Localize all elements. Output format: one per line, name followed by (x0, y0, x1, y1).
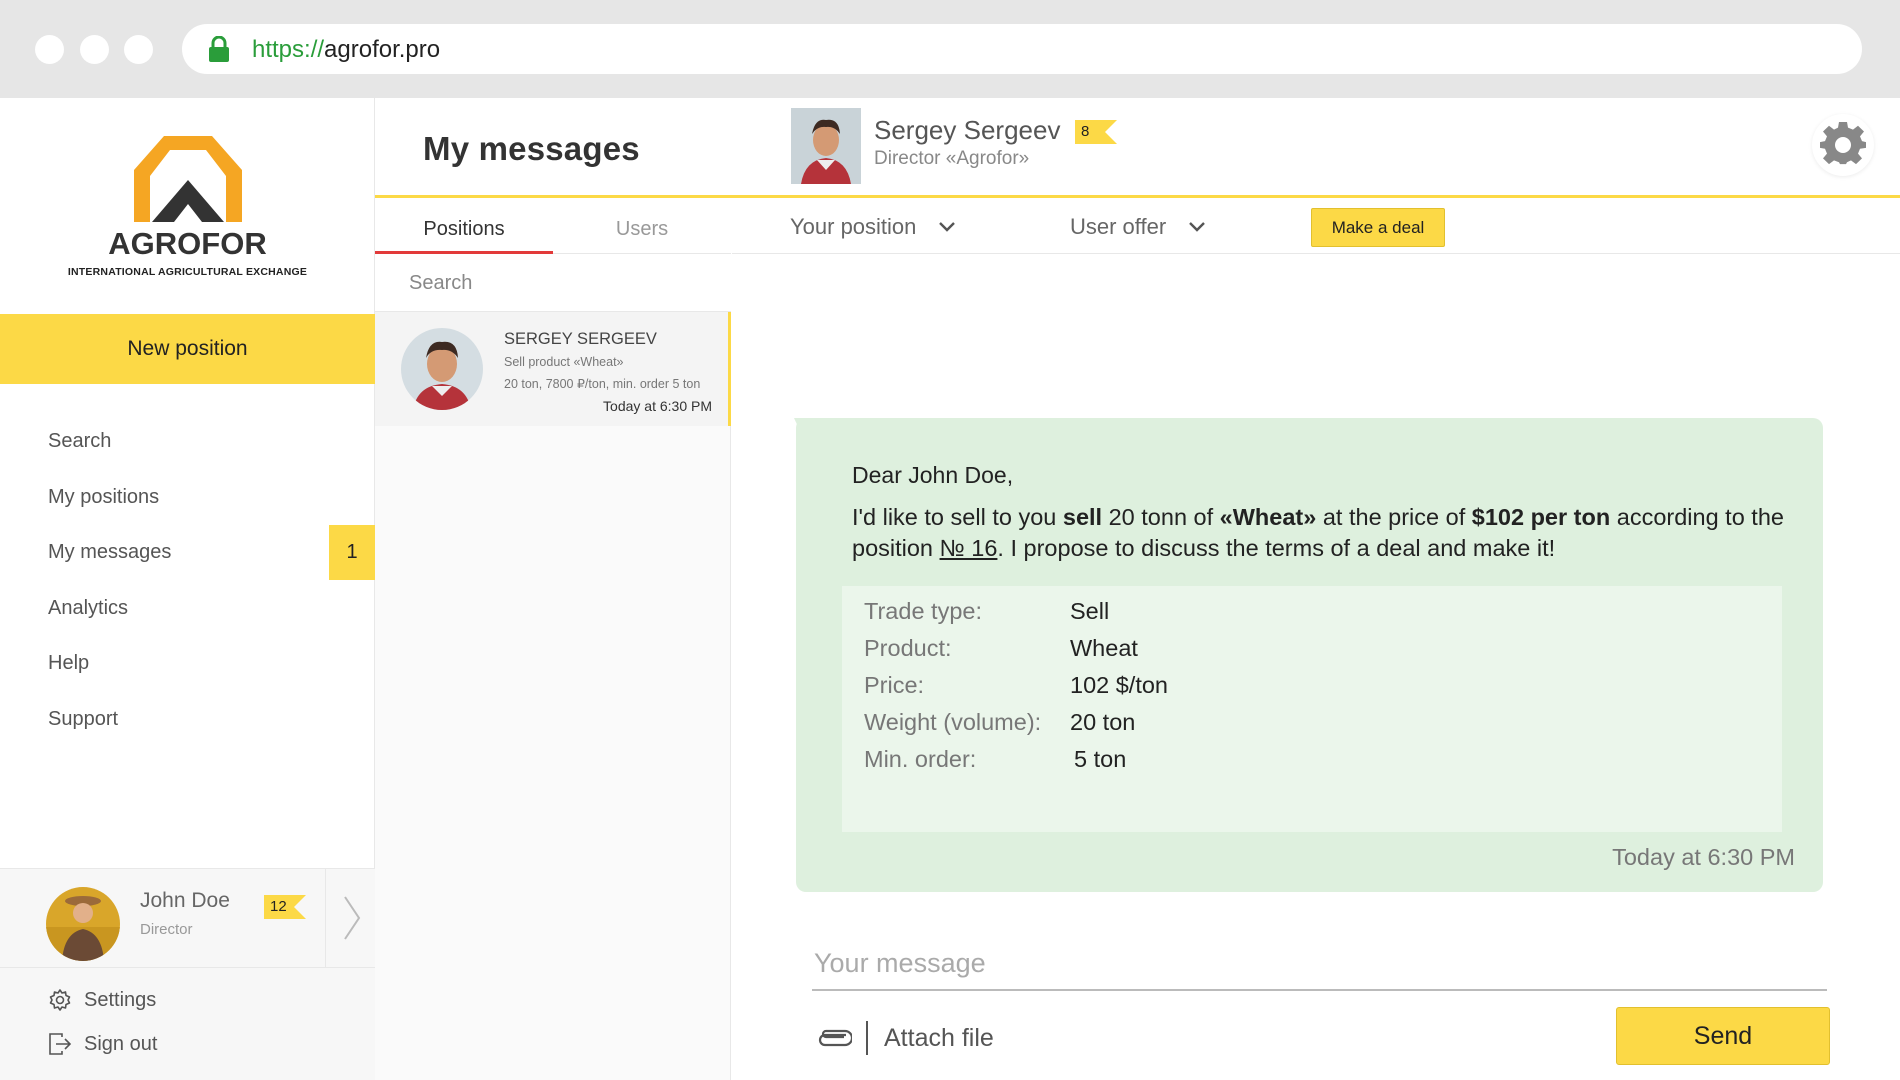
offer-details: Trade type: Sell Product: Wheat Price: 1… (842, 586, 1782, 832)
window-close-dot[interactable] (35, 35, 64, 64)
send-button[interactable]: Send (1616, 1007, 1830, 1065)
page-header: My messages Sergey Sergeev Director «Agr… (375, 98, 1900, 198)
list-tabs: Positions Users (375, 201, 731, 254)
message-text: I'd like to sell to you sell 20 tonn of … (852, 504, 1784, 561)
message-bubble: Dear John Doe, I'd like to sell to you s… (796, 418, 1823, 892)
chevron-down-icon (1189, 222, 1206, 232)
conversation-panel: Positions Users Search SERGEY SERGEEV Se… (375, 201, 731, 1080)
current-user-card[interactable]: John Doe Director 12 (0, 868, 375, 968)
avatar (401, 328, 483, 410)
user-expand-button[interactable] (325, 869, 375, 967)
attach-file-label: Attach file (884, 1023, 994, 1052)
address-bar[interactable]: https://agrofor.pro (182, 24, 1862, 74)
page-title: My messages (423, 130, 640, 167)
sidebar-item-label: Search (48, 430, 112, 452)
message-greeting: Dear John Doe, (852, 462, 1014, 488)
settings-link[interactable]: Settings (48, 988, 156, 1012)
deal-toolbar: Your position User offer Make a deal (732, 201, 1900, 254)
sidebar-nav: Search My positions My messages 1 Analyti… (0, 414, 375, 747)
sidebar: AGROFOR INTERNATIONAL AGRICULTURAL EXCHA… (0, 98, 375, 1080)
contact-name: Sergey Sergeev (874, 115, 1061, 145)
sidebar-item-label: Support (48, 707, 119, 730)
list-item[interactable]: SERGEY SERGEEV Sell product «Wheat» 20 t… (375, 312, 731, 426)
attach-file-button[interactable]: Attach file (816, 1021, 994, 1055)
sidebar-item-help[interactable]: Help (0, 636, 375, 692)
window-maximize-dot[interactable] (124, 35, 153, 64)
sidebar-item-analytics[interactable]: Analytics (0, 581, 375, 637)
sidebar-item-label: My positions (48, 485, 160, 508)
sidebar-item-label: Analytics (48, 596, 129, 619)
make-deal-button[interactable]: Make a deal (1311, 208, 1445, 247)
window-minimize-dot[interactable] (80, 35, 109, 64)
sign-out-link[interactable]: Sign out (48, 1032, 157, 1056)
detail-label: Product: (864, 635, 952, 661)
settings-label: Settings (84, 988, 157, 1011)
your-position-label: Your position (790, 214, 917, 239)
user-role: Director (140, 921, 193, 938)
sign-out-icon (49, 1033, 72, 1055)
settings-button[interactable] (1812, 114, 1874, 176)
sidebar-item-label: Help (48, 652, 90, 674)
detail-label: Min. order: (864, 746, 977, 772)
sidebar-item-my-messages[interactable]: My messages 1 (0, 525, 375, 581)
divider (866, 1021, 868, 1055)
url-domain: agrofor.pro (324, 36, 441, 63)
user-name: John Doe (140, 889, 230, 912)
conversation-time: Today at 6:30 PM (603, 398, 712, 414)
gear-icon (49, 989, 71, 1011)
detail-label: Weight (volume): (864, 709, 1042, 735)
url-protocol: https:// (252, 36, 325, 63)
conversation-subject: Sell product «Wheat» (504, 355, 624, 369)
chevron-right-icon (344, 896, 361, 940)
logo-subtitle: INTERNATIONAL AGRICULTURAL EXCHANGE (67, 266, 308, 278)
user-rating-badge: 12 (264, 895, 306, 919)
contact-avatar[interactable] (791, 108, 861, 184)
your-position-dropdown[interactable]: Your position (790, 214, 956, 240)
position-link[interactable]: № 16 (940, 535, 998, 561)
chat-panel: Your position User offer Make a deal Dea… (732, 201, 1900, 1080)
detail-value: Wheat (1070, 635, 1138, 661)
account-links: Settings Sign out (0, 968, 375, 1080)
user-offer-label: User offer (1070, 214, 1167, 239)
detail-value: 20 ton (1070, 709, 1136, 735)
gear-icon (1820, 122, 1866, 165)
unread-count-badge: 1 (329, 525, 375, 580)
contact-rating-badge: 8 (1075, 120, 1117, 144)
detail-value: 5 ton (1074, 746, 1127, 772)
sidebar-item-my-positions[interactable]: My positions (0, 470, 375, 526)
new-position-button[interactable]: New position (0, 314, 375, 384)
sign-out-label: Sign out (84, 1032, 158, 1055)
tab-positions[interactable]: Positions (375, 201, 553, 254)
sidebar-item-search[interactable]: Search (0, 414, 375, 470)
browser-chrome: https://agrofor.pro (0, 0, 1900, 98)
conversation-name: SERGEY SERGEEV (504, 330, 657, 348)
user-offer-dropdown[interactable]: User offer (1070, 214, 1206, 240)
detail-label: Price: (864, 672, 925, 698)
sidebar-item-label: My messages (48, 541, 172, 563)
url-text: https://agrofor.pro (252, 36, 440, 64)
logo-text: AGROFOR (108, 226, 267, 261)
logo-roof-icon (134, 136, 242, 222)
sidebar-item-support[interactable]: Support (0, 692, 375, 748)
message-input[interactable]: Your message (812, 941, 1827, 991)
contact-role: Director «Agrofor» (874, 148, 1030, 169)
lock-icon (209, 36, 229, 62)
message-time: Today at 6:30 PM (1612, 844, 1795, 870)
detail-label: Trade type: (864, 598, 982, 624)
tab-users[interactable]: Users (553, 201, 731, 254)
chevron-down-icon (939, 222, 956, 232)
detail-value: 102 $/ton (1070, 672, 1169, 698)
conversation-summary: 20 ton, 7800 ₽/ton, min. order 5 ton (504, 377, 701, 391)
search-input[interactable]: Search (375, 254, 731, 312)
detail-value: Sell (1070, 598, 1110, 624)
avatar (46, 887, 120, 961)
paperclip-icon (818, 1029, 852, 1047)
logo[interactable]: AGROFOR INTERNATIONAL AGRICULTURAL EXCHA… (0, 98, 375, 314)
